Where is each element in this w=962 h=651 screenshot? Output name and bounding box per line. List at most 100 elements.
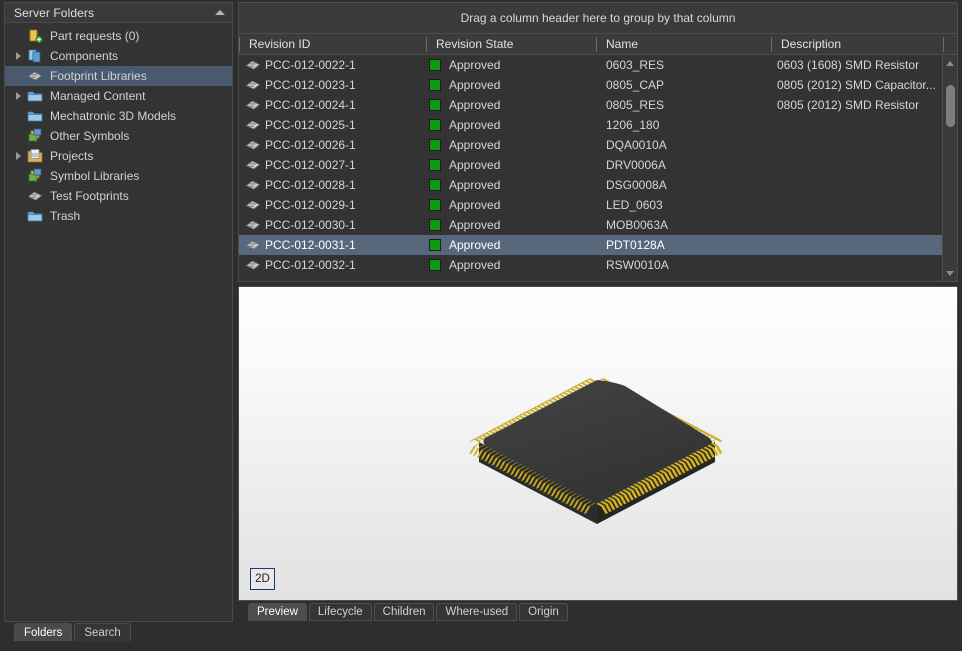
table-row[interactable]: PCC-012-0030-1ApprovedMOB0063A (239, 215, 957, 235)
cell-revision-id: PCC-012-0027-1 (239, 157, 426, 173)
sidebar-item-part-requests-0[interactable]: Part requests (0) (5, 26, 232, 46)
revision-state-text: Approved (449, 238, 500, 252)
sidebar-item-other-symbols[interactable]: Other Symbols (5, 126, 232, 146)
expand-arrow-icon[interactable] (11, 46, 25, 66)
sidebar-item-label: Part requests (0) (49, 29, 139, 43)
table-row[interactable]: PCC-012-0025-1 Approved 1206_180 (239, 115, 957, 135)
revision-id-text: PCC-012-0027-1 (265, 158, 356, 172)
sidebar-item-components[interactable]: Components (5, 46, 232, 66)
expand-spacer (11, 186, 25, 206)
cell-revision-id: PCC-012-0026-1 (239, 137, 426, 153)
sidebar-item-managed-content[interactable]: Managed Content (5, 86, 232, 106)
revision-id-text: PCC-012-0032-1 (265, 258, 356, 272)
footprint-icon (25, 66, 45, 86)
revision-state-text: Approved (449, 138, 500, 152)
vault-explorer-window: Server Folders Part requests (0) Componen… (0, 0, 962, 651)
status-badge (429, 99, 441, 111)
column-header-revision-state[interactable]: Revision State (426, 34, 596, 54)
cell-description: 0805 (2012) SMD Capacitor... (771, 78, 943, 92)
main-content: Drag a column header here to group by th… (238, 2, 958, 602)
table-row[interactable]: PCC-012-0028-1ApprovedDSG0008A (239, 175, 957, 195)
cell-revision-id: PCC-012-0025-1 (239, 117, 426, 133)
status-badge (429, 119, 441, 131)
revision-id-text: PCC-012-0029-1 (265, 198, 356, 212)
cell-name: 0603_RES (596, 58, 771, 72)
sidebar-item-trash[interactable]: Trash (5, 206, 232, 226)
cell-revision-state: Approved (426, 218, 596, 232)
scrollbar-thumb[interactable] (946, 85, 955, 127)
sidebar-item-symbol-libraries[interactable]: Symbol Libraries (5, 166, 232, 186)
panel-header: Server Folders (4, 2, 233, 23)
revision-id-text: PCC-012-0030-1 (265, 218, 356, 232)
folder-icon (25, 86, 45, 106)
sidebar-tab-search[interactable]: Search (74, 623, 130, 641)
table-row[interactable]: PCC-012-0032-1ApprovedRSW0010A (239, 255, 957, 275)
column-header-filler (943, 34, 957, 54)
table-row[interactable]: PCC-012-0026-1ApprovedDQA0010A (239, 135, 957, 155)
chevron-up-icon[interactable] (214, 7, 226, 19)
table-row[interactable]: PCC-012-0022-1Approved0603_RES0603 (1608… (239, 55, 957, 75)
sidebar-item-test-footprints[interactable]: Test Footprints (5, 186, 232, 206)
revision-state-text: Approved (449, 118, 500, 132)
table-row[interactable]: PCC-012-0027-1ApprovedDRV0006A (239, 155, 957, 175)
tab-preview[interactable]: Preview (248, 603, 307, 621)
table-row[interactable]: PCC-012-0023-1Approved0805_CAP0805 (2012… (239, 75, 957, 95)
sidebar-item-label: Test Footprints (49, 189, 129, 203)
sidebar-tab-folders[interactable]: Folders (14, 623, 72, 641)
table-row[interactable]: PCC-012-0029-1ApprovedLED_0603 (239, 195, 957, 215)
revision-id-text: PCC-012-0031-1 (265, 238, 356, 252)
footprint-icon (245, 217, 261, 233)
table-row[interactable]: PCC-012-0024-1Approved0805_RES0805 (2012… (239, 95, 957, 115)
revision-grid[interactable]: PCC-012-0022-1Approved0603_RES0603 (1608… (238, 55, 958, 282)
footprint-icon (245, 137, 261, 153)
status-badge (429, 219, 441, 231)
cell-name: LED_0603 (596, 198, 771, 212)
folder-tree[interactable]: Part requests (0) ComponentsFootprint Lib… (4, 23, 233, 622)
grid-header: Revision IDRevision StateNameDescription (238, 34, 958, 55)
status-badge (429, 139, 441, 151)
sidebar-item-label: Other Symbols (49, 129, 129, 143)
symbol-icon (25, 166, 45, 186)
expand-arrow-icon[interactable] (11, 146, 25, 166)
preview-pane[interactable]: 2D (238, 286, 958, 601)
expand-arrow-icon[interactable] (11, 86, 25, 106)
sidebar-item-footprint-libraries[interactable]: Footprint Libraries (5, 66, 232, 86)
tab-origin[interactable]: Origin (519, 603, 568, 621)
cell-name: RSW0010A (596, 258, 771, 272)
sidebar-item-label: Managed Content (49, 89, 145, 103)
cell-name: 1206_180 (596, 118, 771, 132)
view-mode-button[interactable]: 2D (250, 568, 275, 590)
part-request-icon (25, 26, 45, 46)
group-by-dropzone[interactable]: Drag a column header here to group by th… (238, 2, 958, 34)
revision-state-text: Approved (449, 158, 500, 172)
tab-children[interactable]: Children (374, 603, 435, 621)
sidebar-tabstrip: FoldersSearch (14, 623, 131, 641)
scroll-up-icon[interactable] (943, 56, 957, 70)
revision-id-text: PCC-012-0028-1 (265, 178, 356, 192)
status-badge (429, 179, 441, 191)
scroll-down-icon[interactable] (943, 266, 957, 280)
tab-lifecycle[interactable]: Lifecycle (309, 603, 372, 621)
cell-revision-id: PCC-012-0030-1 (239, 217, 426, 233)
footprint-icon (245, 57, 261, 73)
footprint-icon (245, 237, 261, 253)
status-badge (429, 259, 441, 271)
column-header-revision-id[interactable]: Revision ID (239, 34, 426, 54)
cell-revision-id: PCC-012-0029-1 (239, 197, 426, 213)
folder-icon (25, 206, 45, 226)
sidebar-item-projects[interactable]: Projects (5, 146, 232, 166)
qfp-ic-3d-model[interactable] (239, 287, 957, 600)
column-header-name[interactable]: Name (596, 34, 771, 54)
sidebar-item-mechatronic-3d-models[interactable]: Mechatronic 3D Models (5, 106, 232, 126)
footprint-icon (245, 257, 261, 273)
revision-state-text: Approved (449, 178, 500, 192)
cell-revision-id: PCC-012-0023-1 (239, 77, 426, 93)
cell-revision-state: Approved (426, 178, 596, 192)
revision-state-text: Approved (449, 98, 500, 112)
table-row[interactable]: PCC-012-0031-1ApprovedPDT0128A (239, 235, 957, 255)
revision-id-text: PCC-012-0024-1 (265, 98, 356, 112)
grid-scrollbar[interactable] (942, 55, 957, 281)
preview-tabstrip: PreviewLifecycleChildrenWhere-usedOrigin (248, 603, 568, 621)
column-header-description[interactable]: Description (771, 34, 943, 54)
tab-where-used[interactable]: Where-used (436, 603, 517, 621)
